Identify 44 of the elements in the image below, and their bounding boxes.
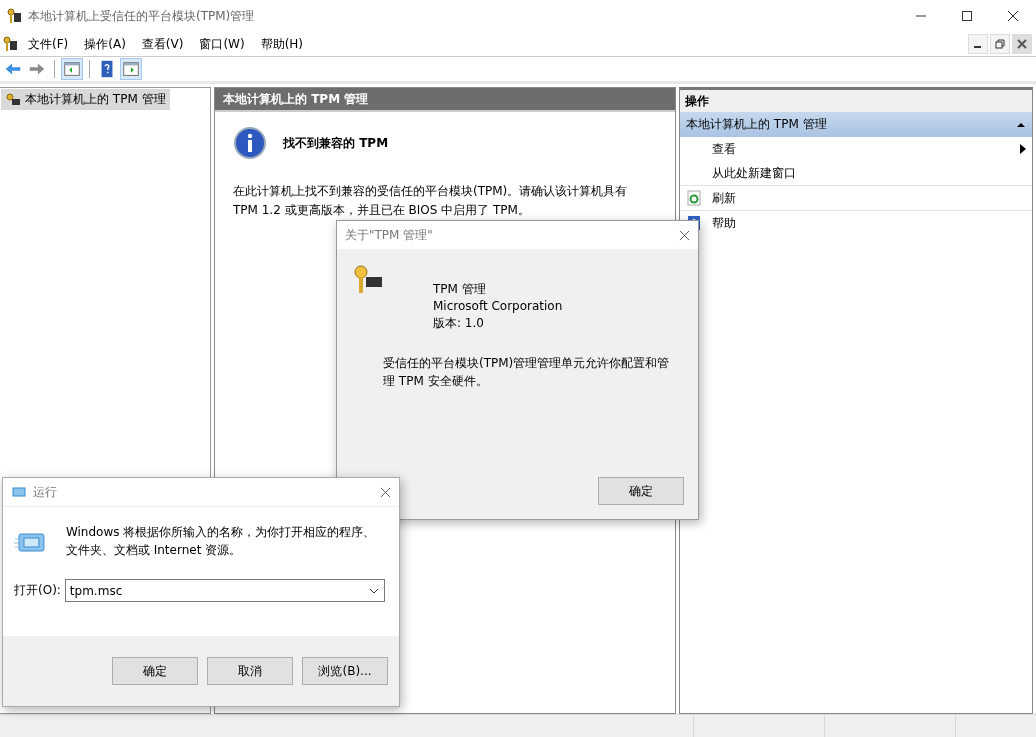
action-item[interactable]: 帮助	[712, 214, 736, 232]
product-name: TPM 管理	[433, 281, 487, 298]
refresh-icon	[686, 190, 702, 206]
menu-item[interactable]: 操作(A)	[78, 35, 132, 53]
key-chip-icon	[5, 91, 21, 108]
run-icon	[11, 484, 27, 500]
close-icon[interactable]	[380, 486, 391, 498]
action-group-header[interactable]: 本地计算机上的 TPM 管理	[680, 112, 1032, 137]
dialog-button[interactable]: 确定	[112, 657, 198, 685]
pane-header: 操作	[680, 90, 1032, 112]
key-chip-icon	[6, 8, 22, 24]
dropdown-chevron-icon[interactable]	[369, 588, 379, 594]
restore-icon[interactable]	[990, 34, 1010, 54]
action-item[interactable]: 刷新	[712, 189, 736, 207]
message-text: 在此计算机上找不到兼容的受信任的平台模块(TPM)。请确认该计算机具有 TPM 1.2 或更高版本，并且已在 BIOS 中启用了 TPM。	[233, 183, 629, 219]
ok-button[interactable]: 确定	[598, 477, 684, 505]
dialog-title: 关于"TPM 管理"	[345, 226, 433, 244]
tree-item[interactable]: 本地计算机上的 TPM 管理	[1, 89, 170, 110]
dialog-title: 运行	[33, 483, 57, 501]
instruction-text: Windows 将根据你所输入的名称，为你打开相应的程序、文件夹、文档或 Internet 资源。	[65, 524, 377, 559]
key-chip-icon	[2, 36, 18, 52]
action-pane-icon[interactable]	[120, 58, 142, 80]
tree-pane-icon[interactable]	[61, 58, 83, 80]
close-icon[interactable]	[679, 229, 690, 241]
dialog-button[interactable]: 取消	[207, 657, 293, 685]
version-text: 版本: 1.0	[433, 315, 485, 332]
action-item[interactable]: 从此处新建窗口	[712, 164, 796, 182]
menu-item[interactable]: 查看(V)	[135, 35, 190, 53]
pane-header: 本地计算机上的 TPM 管理	[215, 88, 675, 110]
company-name: Microsoft Corporation	[433, 298, 563, 315]
window-title: 本地计算机上受信任的平台模块(TPM)管理	[28, 7, 255, 25]
command-field[interactable]: tpm.msc	[64, 579, 385, 602]
field-label: 打开(O):	[14, 582, 61, 599]
menu-item[interactable]: 窗口(W)	[193, 35, 251, 53]
menu-item[interactable]: 帮助(H)	[254, 35, 310, 53]
message-heading: 找不到兼容的 TPM	[283, 134, 389, 152]
minimize-icon[interactable]	[968, 34, 988, 54]
action-item[interactable]: 查看	[712, 140, 736, 158]
menu-item[interactable]: 文件(F)	[22, 35, 75, 53]
run-icon	[14, 531, 46, 555]
dialog-button[interactable]: 浏览(B)...	[302, 657, 388, 685]
description-text: 受信任的平台模块(TPM)管理管理单元允许你配置和管理 TPM 安全硬件。	[383, 355, 671, 390]
submenu-arrow-icon	[1020, 144, 1026, 154]
info-icon	[233, 126, 267, 160]
